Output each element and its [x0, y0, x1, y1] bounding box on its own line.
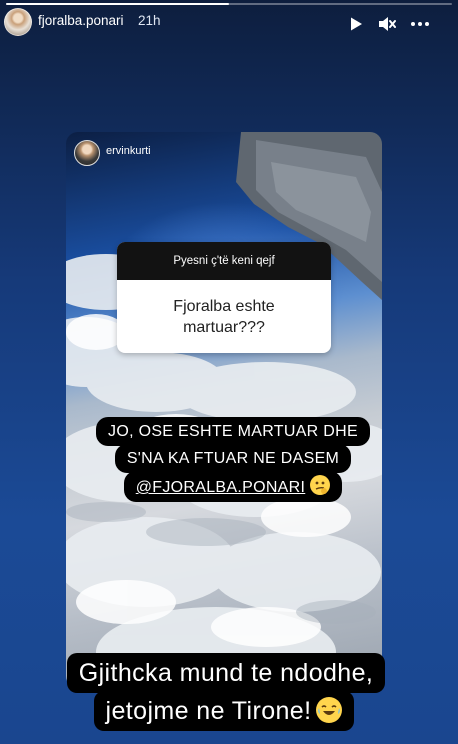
answer-mention[interactable]: @FJORALBA.PONARI	[136, 479, 306, 496]
caption-line-1-wrap: Gjithcka mund te ndodhe,	[0, 653, 458, 693]
thinking-face-icon	[310, 475, 331, 495]
story-username[interactable]: fjoralba.ponari	[38, 13, 124, 28]
answer-text-block: JO, OSE ESHTE MARTUAR DHE S'NA KA FTUAR …	[92, 417, 374, 502]
caption-line-1: Gjithcka mund te ndodhe,	[66, 653, 386, 693]
play-icon[interactable]	[348, 16, 364, 32]
airplane-window-view	[66, 132, 382, 688]
avatar[interactable]	[4, 8, 32, 36]
question-prompt: Pyesni ç'të keni qejf	[117, 242, 331, 280]
shared-username[interactable]: ervinkurti	[106, 145, 151, 157]
caption-line-2-wrap: jetojme ne Tirone!	[0, 691, 458, 731]
answer-line-1: JO, OSE ESHTE MARTUAR DHE	[96, 417, 370, 446]
mute-icon[interactable]	[378, 16, 396, 32]
question-sticker: Pyesni ç'të keni qejf Fjoralba eshte mar…	[117, 242, 331, 353]
caption-line-2: jetojme ne Tirone!	[105, 697, 312, 725]
story-header: fjoralba.ponari 21h	[0, 6, 458, 36]
story-progress-bar	[6, 3, 452, 5]
answer-line-3: @FJORALBA.PONARI	[123, 471, 343, 502]
answer-line-2: S'NA KA FTUAR NE DASEM	[114, 444, 352, 473]
story-progress-fill	[6, 3, 229, 5]
more-icon[interactable]	[410, 16, 430, 32]
caption-line-2-box: jetojme ne Tirone!	[93, 691, 355, 731]
shared-story-card[interactable]: ervinkurti	[66, 132, 382, 688]
shared-avatar[interactable]	[74, 140, 100, 166]
story-time: 21h	[138, 13, 161, 28]
question-text: Fjoralba eshte martuar???	[173, 297, 275, 336]
tears-of-joy-icon	[316, 697, 343, 723]
